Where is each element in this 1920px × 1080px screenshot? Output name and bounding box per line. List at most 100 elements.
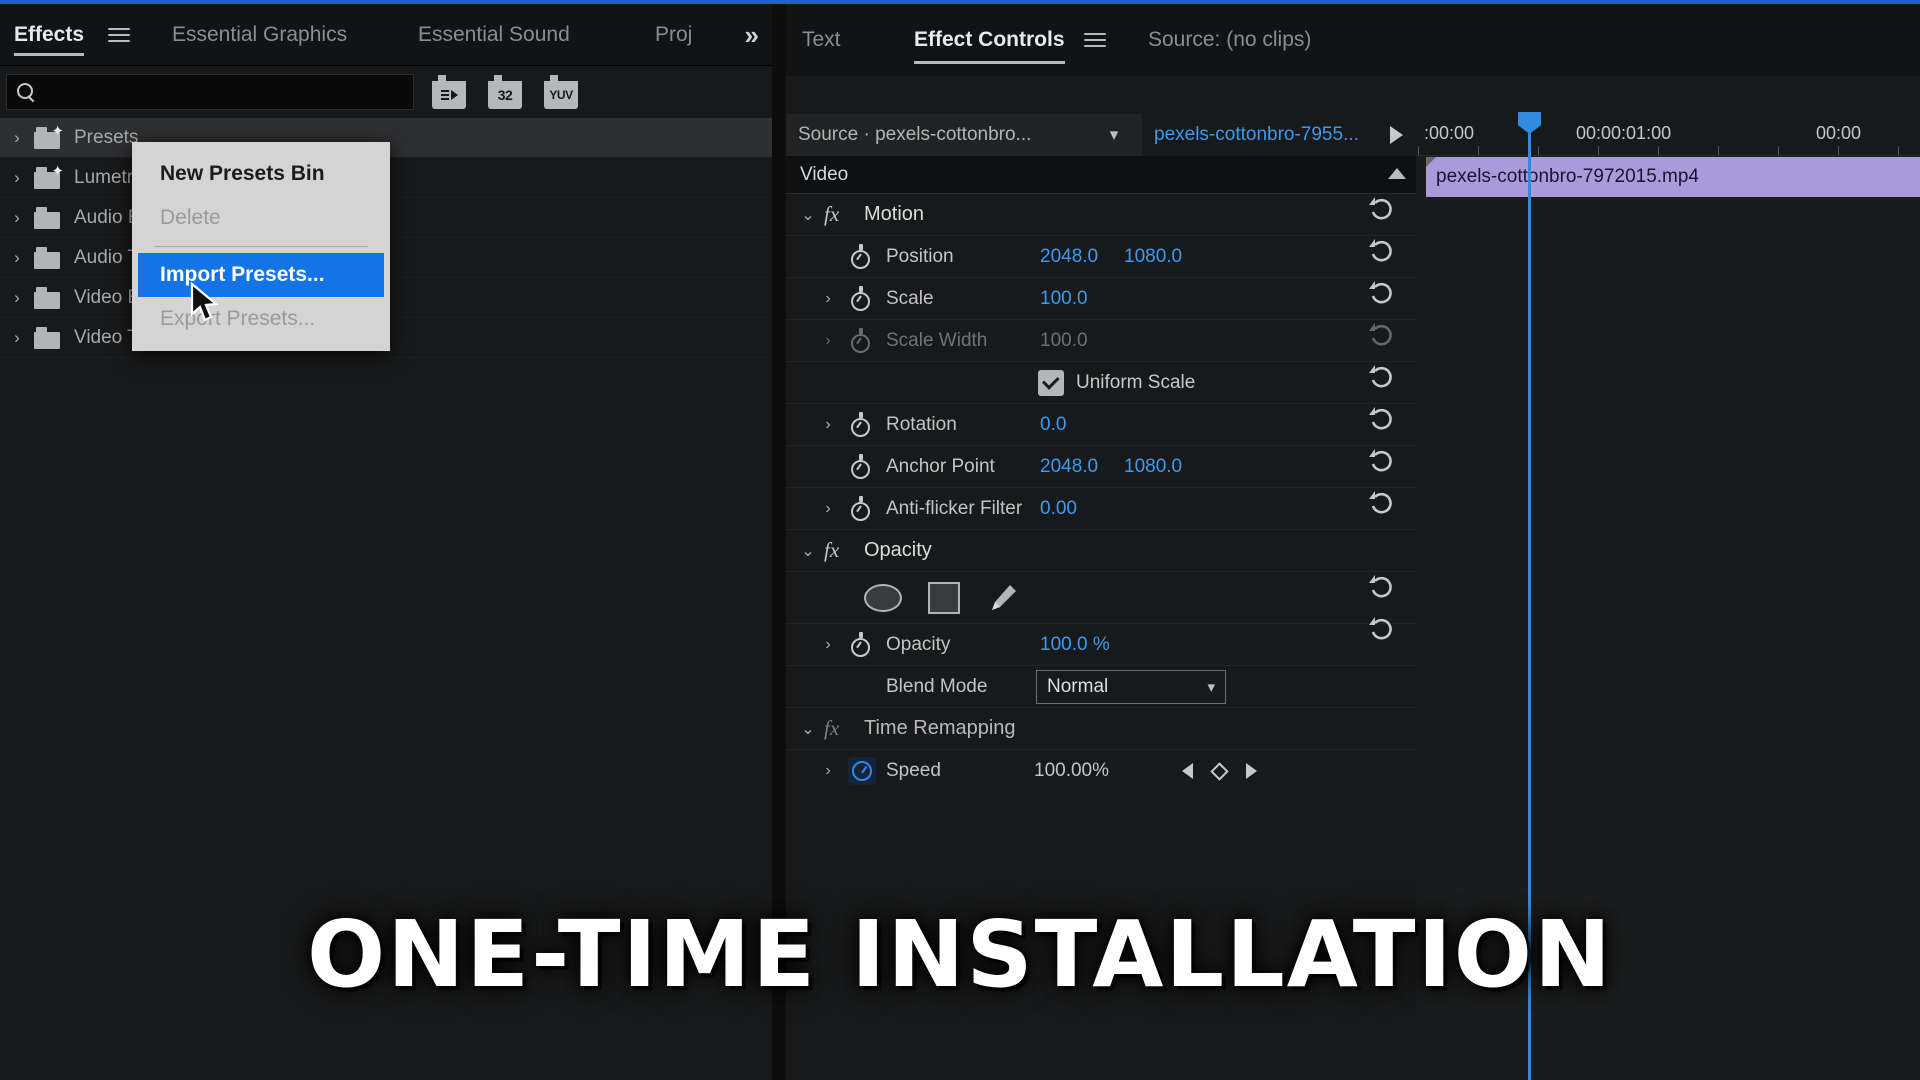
32bit-color-filter-label: 32 — [498, 87, 513, 103]
prev-keyframe-icon[interactable] — [1182, 763, 1193, 779]
stopwatch-icon[interactable] — [848, 496, 874, 522]
32bit-color-filter[interactable]: 32 — [488, 75, 522, 109]
effects-filter-buttons: 32 YUV — [432, 75, 578, 109]
video-section-label: Video — [786, 164, 848, 186]
effects-tab-bar: Effects Essential Graphics Essential Sou… — [0, 4, 772, 66]
reset-icon[interactable] — [1366, 194, 1396, 224]
property-row-position: Position 2048.0 1080.0 — [786, 236, 1416, 278]
reset-icon[interactable] — [1366, 572, 1396, 602]
property-label: Rotation — [886, 414, 957, 436]
timeline-clip[interactable]: pexels-cottonbro-7972015.mp4 — [1426, 157, 1920, 197]
chevron-right-icon[interactable]: › — [814, 416, 842, 434]
property-value-x[interactable]: 2048.0 — [1040, 456, 1098, 478]
property-value[interactable]: 0.00 — [1040, 498, 1077, 520]
property-label: Scale Width — [886, 330, 987, 352]
property-value-y[interactable]: 1080.0 — [1124, 456, 1182, 478]
add-keyframe-icon[interactable] — [1210, 762, 1228, 780]
menu-item-delete: Delete — [132, 196, 390, 240]
effect-controls-panel: Text Effect Controls Source: (no clips) … — [786, 4, 1920, 1080]
group-row-time-remapping[interactable]: ⌄ fx Time Remapping — [786, 708, 1416, 750]
property-label: Blend Mode — [886, 676, 987, 698]
stopwatch-icon[interactable] — [848, 632, 874, 658]
property-value-x[interactable]: 2048.0 — [1040, 246, 1098, 268]
search-box[interactable] — [6, 74, 414, 110]
stopwatch-icon[interactable] — [848, 412, 874, 438]
uniform-scale-checkbox[interactable] — [1038, 370, 1064, 396]
blend-mode-select[interactable]: Normal ▾ — [1036, 670, 1226, 704]
property-value[interactable]: 100.00% — [1034, 760, 1109, 782]
search-input[interactable] — [37, 82, 413, 102]
menu-item-new-presets-bin[interactable]: New Presets Bin — [132, 152, 390, 196]
property-label: Anti-flicker Filter — [886, 498, 1022, 520]
ellipse-mask-icon[interactable] — [864, 584, 902, 612]
chevron-right-icon[interactable]: › — [814, 290, 842, 308]
mask-tools-row — [786, 572, 1416, 624]
selected-clip-name[interactable]: pexels-cottonbro-7955... — [1142, 114, 1376, 156]
chevron-right-icon[interactable]: › — [814, 636, 842, 654]
hamburger-icon[interactable] — [108, 25, 130, 45]
chevron-right-icon[interactable]: › — [814, 332, 842, 350]
group-row-opacity[interactable]: ⌄ fx Opacity — [786, 530, 1416, 572]
chevron-down-icon[interactable]: ⌄ — [794, 719, 822, 739]
chevron-right-icon[interactable]: › — [0, 168, 34, 188]
chevron-right-icon[interactable]: › — [0, 208, 34, 228]
chevron-right-icon[interactable]: › — [0, 328, 34, 348]
reset-icon[interactable] — [1366, 614, 1396, 644]
reset-icon[interactable] — [1366, 278, 1396, 308]
next-keyframe-icon[interactable] — [1246, 763, 1257, 779]
tab-text[interactable]: Text — [802, 4, 841, 76]
tab-project[interactable]: Proj — [655, 4, 692, 66]
chevron-right-icon[interactable]: › — [0, 288, 34, 308]
preset-folder-icon: ✦ — [34, 127, 62, 149]
accelerated-effects-filter[interactable] — [432, 75, 466, 109]
triangle-up-icon[interactable] — [1388, 168, 1406, 179]
property-row-rotation: › Rotation 0.0 — [786, 404, 1416, 446]
stopwatch-icon[interactable] — [848, 757, 876, 785]
yuv-effects-filter[interactable]: YUV — [544, 75, 578, 109]
menu-item-import-presets[interactable]: Import Presets... — [138, 253, 384, 297]
playhead[interactable] — [1528, 114, 1531, 1080]
property-value[interactable]: 100.0 — [1040, 288, 1088, 310]
double-chevron-right-icon[interactable]: » — [745, 20, 756, 51]
folder-icon — [34, 207, 62, 229]
chevron-right-icon[interactable]: › — [814, 500, 842, 518]
tab-effect-controls[interactable]: Effect Controls — [914, 4, 1065, 76]
chevron-down-icon[interactable]: ▾ — [1086, 114, 1142, 156]
stopwatch-icon[interactable] — [848, 244, 874, 270]
timeline-ruler[interactable]: :00:00 00:00:01:00 00:00 — [1416, 114, 1920, 156]
menu-item-export-presets: Export Presets... — [132, 297, 390, 341]
video-section-header[interactable]: Video — [786, 156, 1416, 194]
timecode-label: 00:00 — [1816, 123, 1861, 144]
tab-essential-sound[interactable]: Essential Sound — [418, 4, 570, 66]
property-row-scale-width: › Scale Width 100.0 — [786, 320, 1416, 362]
chevron-right-icon[interactable]: › — [0, 128, 34, 148]
property-value[interactable]: 0.0 — [1040, 414, 1066, 436]
effect-properties-list: ⌄ fx Motion Position 2048.0 1080.0 › Sca… — [786, 194, 1416, 792]
hamburger-icon[interactable] — [1084, 30, 1106, 50]
reset-icon[interactable] — [1366, 236, 1396, 266]
property-label: Position — [886, 246, 954, 268]
play-triangle-icon[interactable] — [1376, 114, 1416, 156]
property-value-y[interactable]: 1080.0 — [1124, 246, 1182, 268]
reset-icon[interactable] — [1366, 404, 1396, 434]
stopwatch-icon[interactable] — [848, 286, 874, 312]
reset-icon[interactable] — [1366, 488, 1396, 518]
chevron-right-icon[interactable]: › — [0, 248, 34, 268]
tab-effects[interactable]: Effects — [14, 4, 84, 66]
group-row-motion[interactable]: ⌄ fx Motion — [786, 194, 1416, 236]
reset-icon[interactable] — [1366, 446, 1396, 476]
ruler-tick — [1658, 146, 1659, 155]
tab-essential-graphics[interactable]: Essential Graphics — [172, 4, 347, 66]
folder-icon — [34, 287, 62, 309]
rectangle-mask-icon[interactable] — [928, 582, 960, 614]
property-label: Anchor Point — [886, 456, 995, 478]
tab-source-monitor[interactable]: Source: (no clips) — [1148, 4, 1311, 76]
reset-icon[interactable] — [1366, 362, 1396, 392]
chevron-down-icon[interactable]: ⌄ — [794, 541, 822, 561]
property-value[interactable]: 100.0 % — [1040, 634, 1110, 656]
source-selector[interactable]: Source · pexels-cottonbro... — [786, 114, 1086, 156]
chevron-right-icon[interactable]: › — [814, 762, 842, 780]
pen-tool-icon[interactable] — [986, 581, 1020, 615]
chevron-down-icon[interactable]: ⌄ — [794, 205, 822, 225]
stopwatch-icon[interactable] — [848, 454, 874, 480]
